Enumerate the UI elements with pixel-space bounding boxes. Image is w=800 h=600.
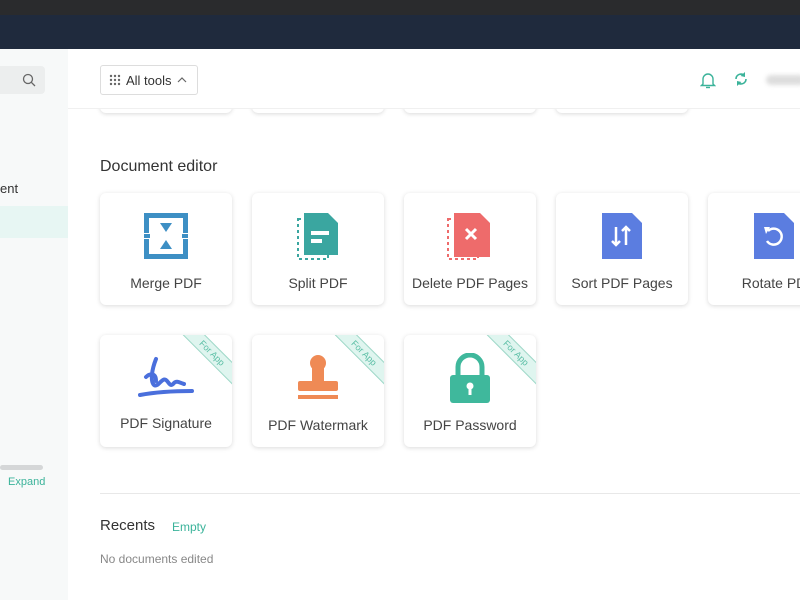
tool-card-watermark[interactable]: For App PDF Watermark: [252, 335, 384, 447]
signature-icon: [138, 357, 194, 397]
tool-label: PDF Password: [423, 417, 517, 433]
search-input[interactable]: [0, 66, 45, 94]
tool-card-delete-pages[interactable]: Delete PDF Pages: [404, 193, 536, 305]
header: All tools: [68, 49, 800, 109]
tool-card-sort-pages[interactable]: Sort PDF Pages: [556, 193, 688, 305]
sync-icon[interactable]: [733, 71, 749, 87]
rotate-icon: [754, 213, 794, 259]
section-title: Document editor: [100, 158, 218, 175]
sidebar-item-active[interactable]: [0, 206, 68, 238]
divider: [100, 493, 800, 494]
expand-link[interactable]: Expand: [8, 476, 45, 488]
bell-icon[interactable]: [700, 71, 716, 89]
nav-bar: [0, 15, 800, 49]
tool-label: PDF Watermark: [268, 417, 368, 433]
sidebar-item[interactable]: ent: [0, 181, 18, 196]
chevron-up-icon: [177, 77, 186, 83]
tool-card-password[interactable]: For App PDF Password: [404, 335, 536, 447]
split-icon: [297, 213, 338, 260]
empty-recents-link[interactable]: Empty: [172, 520, 206, 534]
recents-title: Recents: [100, 517, 156, 534]
tool-label: Merge PDF: [130, 275, 202, 291]
grid-icon: [109, 74, 121, 86]
storage-bar: [0, 465, 43, 470]
search-icon: [22, 73, 36, 87]
sidebar: ent Expand: [0, 49, 68, 600]
tool-card-split-pdf[interactable]: Split PDF: [252, 193, 384, 305]
tool-label: Split PDF: [288, 275, 348, 291]
tool-card-merge-pdf[interactable]: Merge PDF: [100, 193, 232, 305]
all-tools-button[interactable]: All tools: [100, 65, 198, 95]
tool-label: PDF Signature: [120, 415, 212, 431]
user-avatar[interactable]: [766, 75, 800, 85]
delete-pages-icon: [447, 213, 490, 260]
tool-label: Rotate PD: [741, 275, 800, 291]
no-documents-text: No documents edited: [100, 552, 214, 566]
merge-icon: [144, 213, 188, 259]
tool-label: Sort PDF Pages: [571, 275, 673, 291]
lock-icon: [450, 353, 490, 403]
tool-card-rotate[interactable]: Rotate PD: [708, 193, 800, 305]
sort-pages-icon: [602, 213, 642, 259]
title-bar: [0, 0, 800, 15]
all-tools-label: All tools: [126, 72, 172, 88]
tool-label: Delete PDF Pages: [412, 275, 528, 291]
tool-card-signature[interactable]: For App PDF Signature: [100, 335, 232, 447]
stamp-icon: [298, 355, 338, 399]
